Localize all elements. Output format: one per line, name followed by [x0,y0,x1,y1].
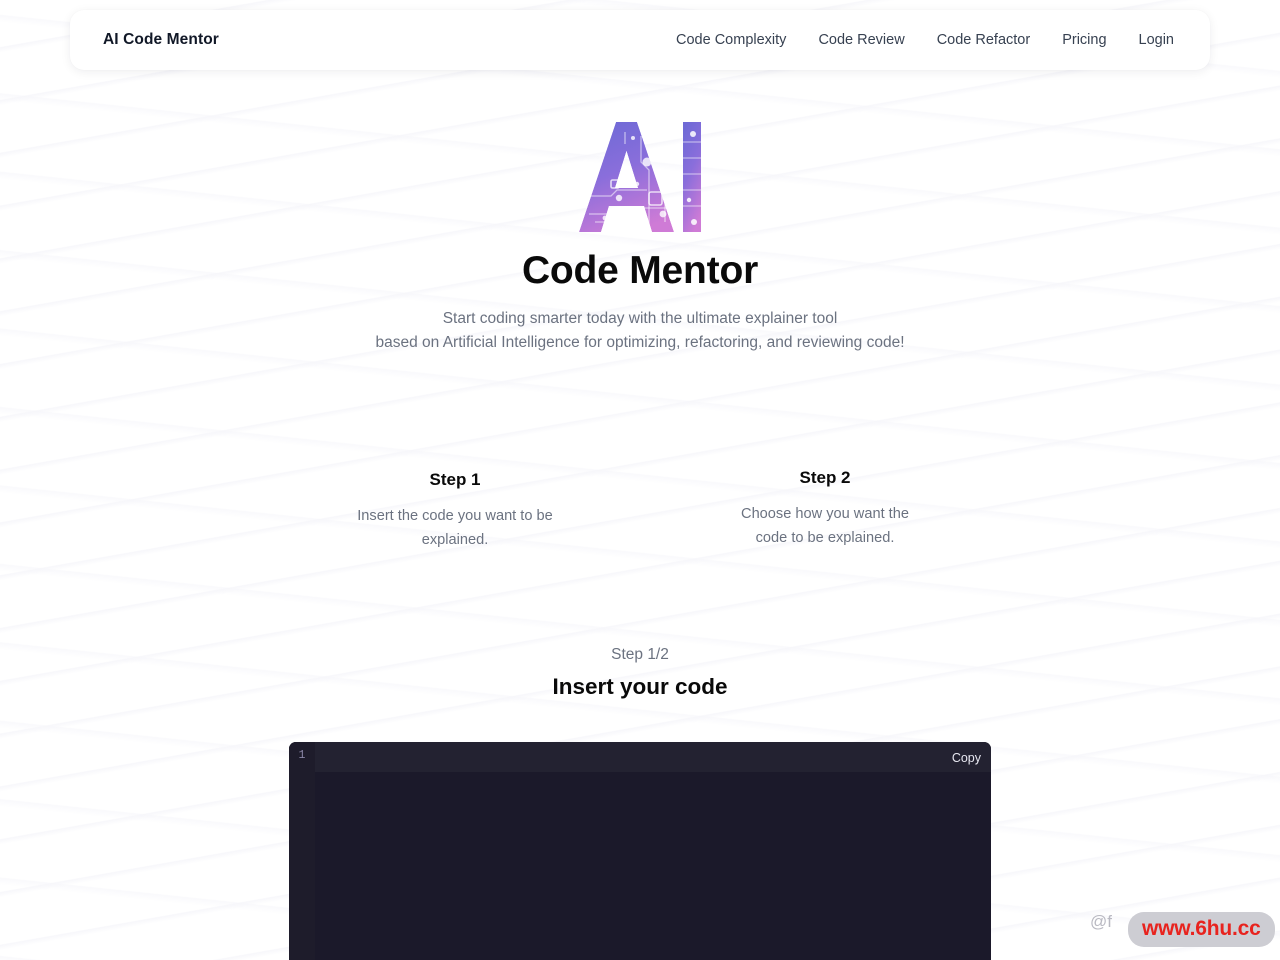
code-editor[interactable]: 1 Copy [289,742,991,960]
ai-logo-icon [579,122,701,232]
hero-subtitle: Start coding smarter today with the ulti… [0,307,1280,355]
editor-top-strip [289,742,991,772]
hero-section: Code Mentor Start coding smarter today w… [0,118,1280,355]
copy-button[interactable]: Copy [948,750,985,766]
step-2-desc-line-1: Choose how you want the [741,506,909,522]
step-2-desc-line-2: code to be explained. [755,530,895,547]
step-counter: Step 1/2 [611,646,669,663]
page-root: AI Code Mentor Code Complexity Code Revi… [0,0,1280,960]
step-card-2: Step 2 Choose how you want the code to b… [710,462,940,552]
step-2-description: Choose how you want the code to be expla… [710,502,940,550]
nav-link-code-complexity[interactable]: Code Complexity [660,32,802,48]
nav-link-code-refactor[interactable]: Code Refactor [921,32,1047,48]
step-2-title: Step 2 [799,468,851,487]
step-1-desc-line-2: explained. [421,532,489,549]
stage-title: Insert your code [552,674,728,699]
hero-subtitle-line-1: Start coding smarter today with the ulti… [442,309,838,327]
hero-subtitle-line-2: based on Artificial Intelligence for opt… [375,334,905,352]
watermark-url: www.6hu.cc [1128,912,1275,947]
stage-section: Step 1/2 Insert your code [0,646,1280,700]
nav-link-pricing[interactable]: Pricing [1046,32,1122,48]
page-title: Code Mentor [521,249,759,292]
editor-gutter [289,742,315,960]
step-1-desc-line-1: Insert the code you want to be [357,508,553,524]
nav-link-login[interactable]: Login [1123,32,1174,48]
step-card-1: Step 1 Insert the code you want to be ex… [340,462,570,552]
primary-nav: Code Complexity Code Review Code Refacto… [660,32,1174,48]
step-1-description: Insert the code you want to be explained… [340,504,570,552]
site-header: AI Code Mentor Code Complexity Code Revi… [70,10,1210,70]
watermark-handle: @f [1090,912,1112,931]
code-input[interactable] [315,772,991,960]
editor-line-number: 1 [298,749,306,762]
brand-logo-text[interactable]: AI Code Mentor [103,31,219,49]
nav-link-code-review[interactable]: Code Review [802,32,920,48]
step-1-title: Step 1 [429,470,481,489]
steps-section: Step 1 Insert the code you want to be ex… [0,462,1280,552]
